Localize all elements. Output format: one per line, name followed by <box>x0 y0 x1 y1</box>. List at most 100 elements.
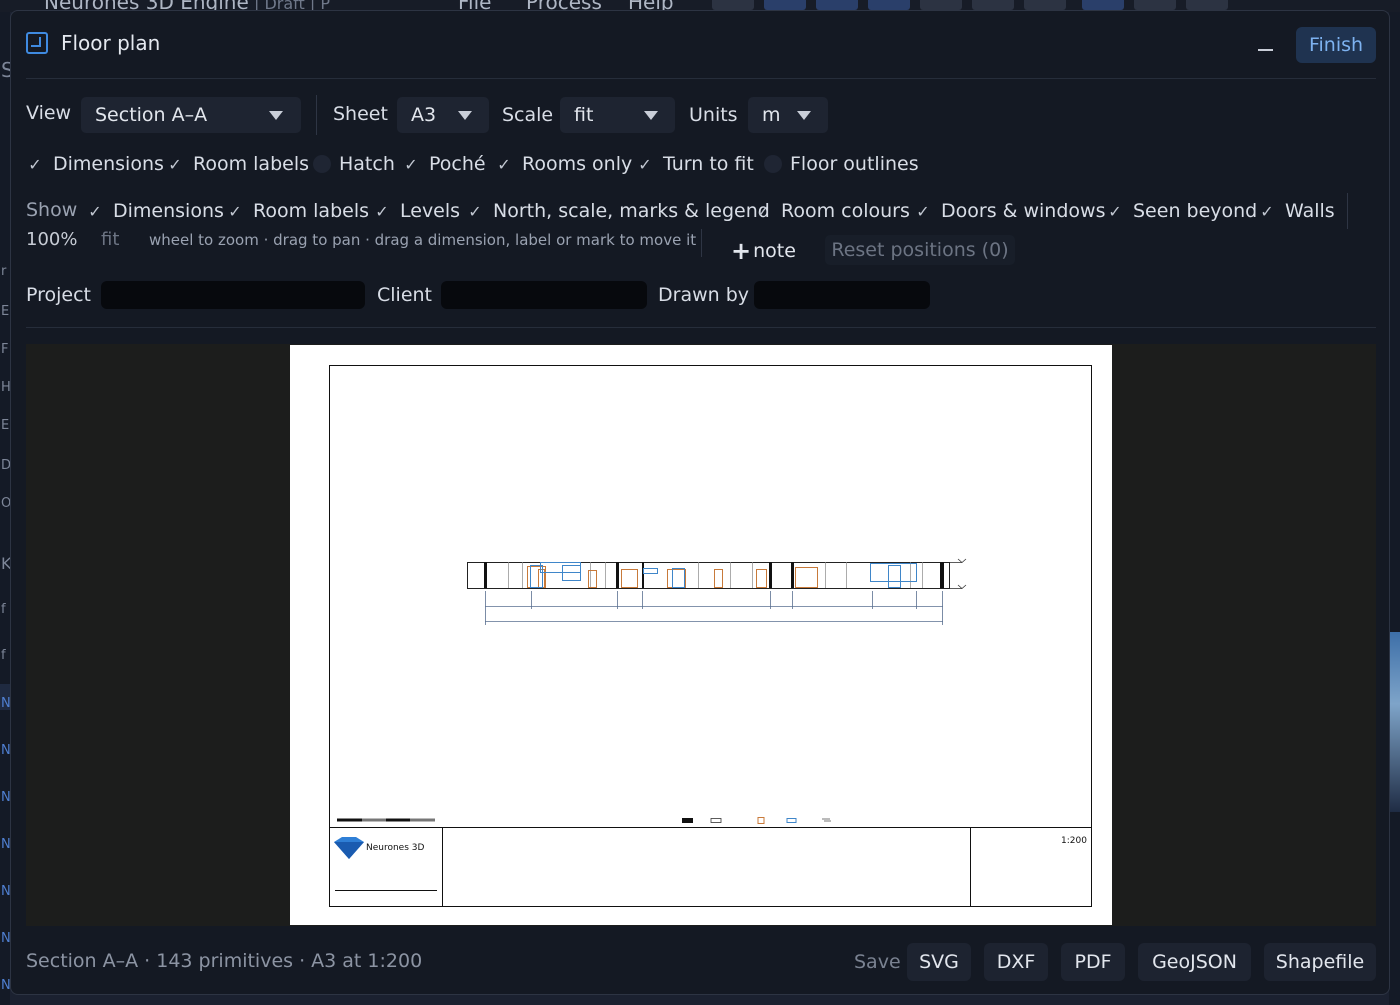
divider <box>1347 193 1348 229</box>
chevron-down-icon <box>644 111 658 120</box>
check-icon: ✓ <box>28 155 42 174</box>
chevron-down-icon <box>458 111 472 120</box>
show-room-colours[interactable]: ✓ Room colours <box>755 200 910 222</box>
drawn-by-input[interactable] <box>754 281 930 309</box>
show-doors-windows[interactable]: ✓ Doors & windows <box>915 200 1105 222</box>
dimension-lines <box>485 591 943 625</box>
image-icon[interactable] <box>1134 0 1176 10</box>
toggle-turn-to-fit[interactable]: ✓ Turn to fit <box>637 153 754 175</box>
scale-select[interactable]: fit <box>560 97 675 133</box>
unchecked-icon <box>313 155 331 173</box>
view-label: View <box>26 102 72 124</box>
show-levels[interactable]: ✓ Levels <box>374 200 460 222</box>
fit-button[interactable]: fit <box>101 229 119 250</box>
divider <box>316 95 317 135</box>
scale-label: Scale <box>502 104 554 126</box>
check-icon: ✓ <box>168 155 182 174</box>
check-icon: ✓ <box>88 202 102 221</box>
floor-plan-icon <box>26 32 48 54</box>
minimize-icon[interactable] <box>972 0 1014 10</box>
legend-door-swatch <box>757 817 765 824</box>
status-text: Section A–A · 143 primitives · A3 at 1:2… <box>26 950 423 972</box>
side-letter: E <box>1 418 10 433</box>
view-select[interactable]: Section A–A <box>81 97 301 133</box>
fullscreen-icon[interactable] <box>712 0 754 10</box>
save-label: Save <box>854 951 901 973</box>
client-input[interactable] <box>441 281 647 309</box>
expand-icon[interactable] <box>920 0 962 10</box>
zoom-level: 100% <box>26 229 78 250</box>
sheet-select-value: A3 <box>411 104 437 126</box>
export-svg-button[interactable]: SVG <box>907 943 971 981</box>
sheet-select[interactable]: A3 <box>397 97 489 133</box>
side-letter: r <box>1 264 7 279</box>
plan-preview-canvas[interactable]: Neurones 3D 1:200 <box>26 344 1376 926</box>
floor-plan-dialog: Floor plan Finish View Section A–A Sheet… <box>10 10 1390 995</box>
chevron-down-icon <box>269 111 283 120</box>
check-icon: ✓ <box>375 202 389 221</box>
toggle-dimensions[interactable]: ✓ Dimensions <box>27 153 164 175</box>
settings-icon[interactable] <box>1186 0 1228 10</box>
scene-preview <box>1389 632 1400 812</box>
units-select-value: m <box>762 104 781 126</box>
show-seen-beyond[interactable]: ✓ Seen beyond <box>1107 200 1257 222</box>
cut-wall <box>616 562 619 588</box>
project-label: Project <box>26 284 92 306</box>
minimize-button[interactable] <box>1258 49 1273 51</box>
reset-positions-button[interactable]: Reset positions (0) <box>825 235 1015 265</box>
cut-wall <box>940 562 944 588</box>
check-icon: ✓ <box>497 155 511 174</box>
side-letter: f <box>1 648 6 663</box>
home-icon[interactable] <box>868 0 910 10</box>
add-note-button[interactable]: + note <box>731 237 796 265</box>
toggle-hatch[interactable]: Hatch <box>313 153 395 175</box>
show-room-labels[interactable]: ✓ Room labels <box>227 200 369 222</box>
units-select[interactable]: m <box>748 97 828 133</box>
finish-button[interactable]: Finish <box>1296 27 1376 63</box>
check-icon: ✓ <box>468 202 482 221</box>
export-pdf-button[interactable]: PDF <box>1061 943 1125 981</box>
legend-wall-swatch <box>682 818 693 823</box>
show-dimensions[interactable]: ✓ Dimensions <box>87 200 224 222</box>
side-letter: F <box>1 342 9 357</box>
toggle-rooms-only[interactable]: ✓ Rooms only <box>496 153 632 175</box>
legend-seen-swatch <box>710 818 722 823</box>
check-icon: ✓ <box>1260 202 1274 221</box>
level-marks <box>950 558 967 590</box>
app-viewport-edge <box>1389 12 1400 1005</box>
toggle-poche[interactable]: ✓ Poché <box>403 153 485 175</box>
sheet-a3[interactable]: Neurones 3D 1:200 <box>290 345 1112 925</box>
titleblock-scale: 1:200 <box>1061 836 1087 846</box>
section-drawing[interactable] <box>290 345 1112 925</box>
divider <box>26 78 1376 79</box>
show-north-scale-marks-legend[interactable]: ✓ North, scale, marks & legend <box>467 200 770 222</box>
check-icon: ✓ <box>228 202 242 221</box>
list-icon[interactable] <box>1082 0 1124 10</box>
divider <box>701 229 702 257</box>
zoom-hint: wheel to zoom · drag to pan · drag a dim… <box>149 231 697 249</box>
dialog-titlebar: Floor plan Finish <box>11 11 1389 77</box>
check-icon: ✓ <box>404 155 418 174</box>
export-dxf-button[interactable]: DXF <box>984 943 1048 981</box>
project-input[interactable] <box>101 281 365 309</box>
view-select-value: Section A–A <box>95 104 208 126</box>
sheet-frame <box>329 365 1092 907</box>
client-label: Client <box>377 284 433 306</box>
export-geojson-button[interactable]: GeoJSON <box>1138 943 1251 981</box>
toggle-room-labels[interactable]: ✓ Room labels <box>167 153 309 175</box>
titleblock-logo-text: Neurones 3D <box>366 843 425 853</box>
show-label: Show <box>26 199 78 221</box>
scale-select-value: fit <box>574 104 594 126</box>
export-shapefile-button[interactable]: Shapefile <box>1264 943 1376 981</box>
sheet-label: Sheet <box>333 103 388 125</box>
network-icon[interactable] <box>1024 0 1066 10</box>
app-side-panel: S r E F H E D O K f f N N N N N N N <box>0 12 14 1005</box>
divider <box>26 327 1376 328</box>
check-icon: ✓ <box>638 155 652 174</box>
toggle-floor-outlines[interactable]: Floor outlines <box>764 153 919 175</box>
show-walls[interactable]: ✓ Walls <box>1259 200 1334 222</box>
dialog-title: Floor plan <box>61 31 161 55</box>
check-icon: ✓ <box>756 202 770 221</box>
pause-icon[interactable] <box>764 0 806 10</box>
search-icon[interactable] <box>816 0 858 10</box>
